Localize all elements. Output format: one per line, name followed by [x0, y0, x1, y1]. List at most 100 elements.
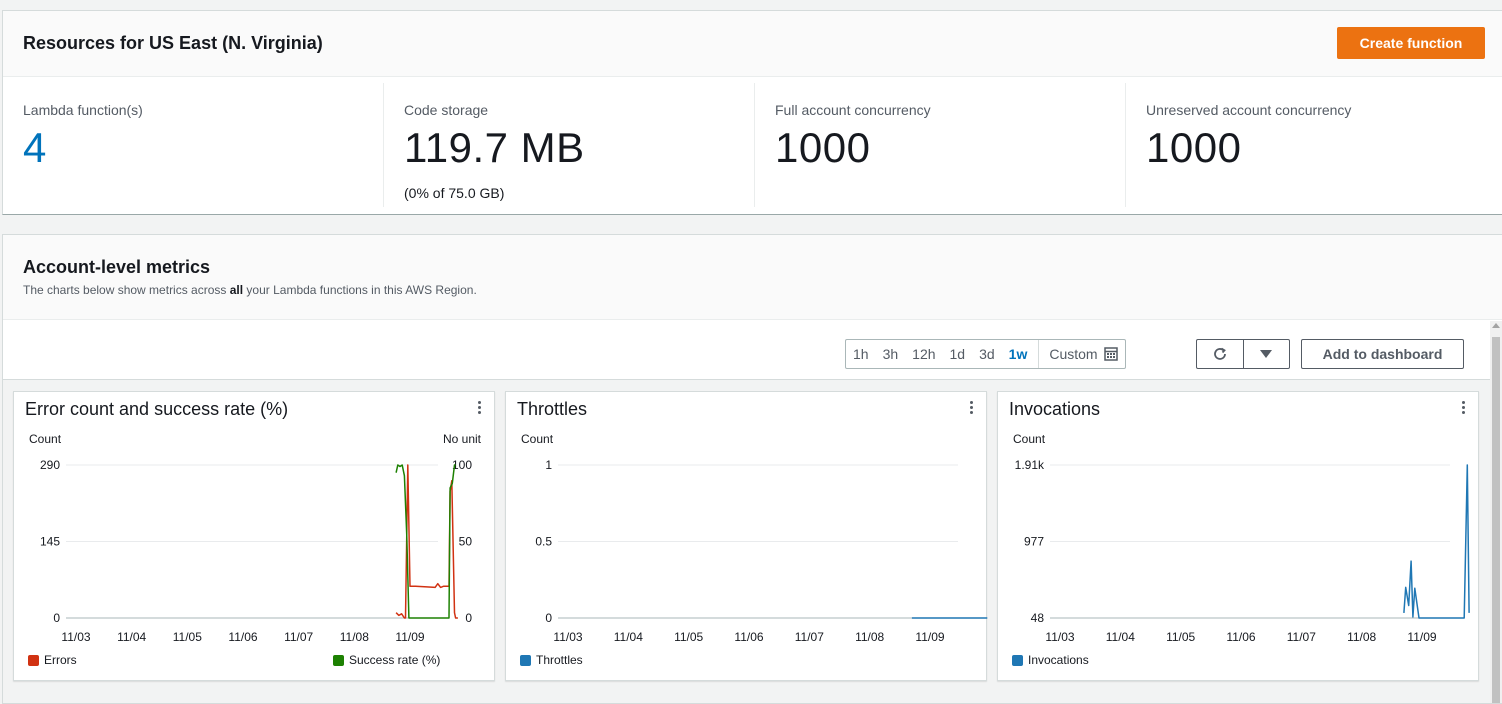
widget-title: Invocations [1009, 399, 1101, 419]
stat-label: Full account concurrency [775, 102, 931, 118]
create-function-button[interactable]: Create function [1337, 27, 1485, 59]
legend-success-rate[interactable]: Success rate (%) [333, 653, 440, 667]
y-tick-label: 1 [545, 458, 552, 472]
lambda-function-count-link[interactable]: 4 [23, 124, 47, 172]
range-custom[interactable]: Custom [1038, 340, 1124, 368]
stat-value: 1000 [1146, 124, 1242, 171]
legend-swatch [333, 654, 344, 666]
desc-text: your Lambda functions in this AWS Region… [243, 283, 477, 297]
x-tick-label: 11/04 [1106, 630, 1135, 644]
refresh-icon [1213, 347, 1226, 360]
y-tick-label: 48 [1031, 611, 1045, 625]
y-tick-label: 290 [40, 458, 60, 472]
y-tick-label-right: 50 [459, 535, 473, 549]
scrollbar-thumb[interactable] [1492, 337, 1500, 703]
legend-throttles[interactable]: Throttles [520, 653, 583, 667]
y-tick-label: 0 [545, 611, 552, 625]
legend-swatch [1012, 654, 1023, 666]
metrics-title: Account-level metrics [23, 257, 211, 277]
stat-lambda-functions: Lambda function(s) 4 [3, 83, 383, 207]
invocations-chart: Count 1.91k 977 4811/03 11/04 11/05 11/06 11/07… [1013, 432, 1470, 644]
kebab-menu-icon[interactable] [970, 401, 974, 416]
resources-header: Resources for US East (N. Virginia) Crea… [3, 11, 1502, 77]
x-tick-label: 11/08 [340, 630, 369, 644]
x-tick-label: 11/07 [1287, 630, 1316, 644]
stat-unreserved-concurrency: Unreserved account concurrency 1000 [1125, 83, 1502, 207]
x-tick-label: 11/03 [61, 630, 90, 644]
range-1h[interactable]: 1h [846, 340, 876, 368]
legend-swatch [28, 654, 39, 666]
refresh-options-dropdown[interactable] [1242, 340, 1290, 368]
x-tick-label: 11/06 [228, 630, 257, 644]
throttles-chart: Count 1 0.5 011/03 11/04 11/05 11/06 11/07 11/08… [521, 432, 988, 644]
stat-label: Unreserved account concurrency [1146, 102, 1352, 118]
stat-value: 119.7 MB [404, 124, 585, 171]
range-1w[interactable]: 1w [1002, 340, 1035, 368]
y-axis-label-right: No unit [443, 432, 482, 446]
refresh-split-button [1196, 339, 1290, 369]
error-success-chart: Count No unit290 100145 500 011/03 11/04 11/05… [29, 432, 482, 644]
refresh-button[interactable] [1197, 340, 1243, 368]
add-to-dashboard-button[interactable]: Add to dashboard [1301, 339, 1464, 369]
x-tick-label: 11/09 [915, 630, 944, 644]
desc-text: The charts below show metrics across [23, 283, 230, 297]
y-axis-label: Count [29, 432, 62, 446]
y-tick-label: 977 [1024, 535, 1044, 549]
stat-sub: (0% of 75.0 GB) [404, 185, 505, 201]
chart-widget-errors: Count No unit 290 100 145 50 0 0 11/03 11/04 11/05… [13, 391, 495, 681]
x-tick-label: 11/08 [855, 630, 884, 644]
kebab-menu-icon[interactable] [478, 401, 482, 416]
x-tick-label: 11/03 [1045, 630, 1074, 644]
y-tick-label: 1.91k [1015, 458, 1045, 472]
legend-label: Success rate (%) [349, 653, 441, 667]
legend-label: Errors [44, 653, 77, 667]
desc-bold: all [229, 283, 244, 297]
stat-full-concurrency: Full account concurrency 1000 [754, 83, 1125, 207]
legend-label: Invocations [1028, 653, 1089, 667]
stat-value: 1000 [775, 124, 871, 171]
legend-label: Throttles [536, 653, 583, 667]
x-tick-label: 11/04 [117, 630, 146, 644]
caret-down-icon [1260, 350, 1273, 358]
stat-label: Code storage [404, 102, 489, 118]
metrics-panel: Account-level metrics The charts below s… [2, 234, 1502, 704]
x-tick-label: 11/09 [1407, 630, 1436, 644]
custom-label: Custom [1049, 346, 1098, 362]
y-tick-label: 0.5 [535, 535, 552, 549]
resources-title: Resources for US East (N. Virginia) [23, 33, 323, 53]
legend-errors[interactable]: Errors [28, 653, 77, 667]
range-3h[interactable]: 3h [876, 340, 906, 368]
x-tick-label: 11/06 [1226, 630, 1255, 644]
x-tick-label: 11/08 [1347, 630, 1376, 644]
range-1d[interactable]: 1d [943, 340, 973, 368]
y-tick-label-right: 0 [465, 611, 472, 625]
widget-title: Throttles [517, 399, 588, 419]
scroll-up-icon[interactable] [1492, 323, 1500, 328]
metrics-description: The charts below show metrics across all… [23, 283, 477, 297]
x-tick-label: 11/05 [173, 630, 202, 644]
chart-widget-invocations: Count 1.91k 977 48 11/03 11/04 11/05 11/06 11/07… [997, 391, 1479, 681]
y-tick-label: 0 [53, 611, 60, 625]
legend-invocations[interactable]: Invocations [1012, 653, 1089, 667]
chart-widget-throttles: Count 1 0.5 0 11/03 11/04 11/05 11/06 11/07 11/08… [505, 391, 988, 681]
x-tick-label: 11/09 [395, 630, 424, 644]
calendar-icon [1103, 347, 1118, 361]
range-12h[interactable]: 12h [905, 340, 942, 368]
x-tick-label: 11/04 [614, 630, 643, 644]
kebab-menu-icon[interactable] [1462, 401, 1466, 416]
x-tick-label: 11/07 [284, 630, 313, 644]
metrics-header: Account-level metrics The charts below s… [3, 235, 1502, 320]
x-tick-label: 11/03 [553, 630, 582, 644]
resources-panel: Resources for US East (N. Virginia) Crea… [2, 10, 1502, 215]
resource-stats: Lambda function(s) 4 Code storage 119.7 … [3, 77, 1502, 215]
time-range-selector: 1h 3h 12h 1d 3d 1w Custom [845, 339, 1126, 369]
x-tick-label: 11/07 [795, 630, 824, 644]
scrollbar[interactable] [1490, 321, 1502, 703]
range-3d[interactable]: 3d [972, 340, 1002, 368]
y-axis-label: Count [1013, 432, 1046, 446]
stat-label: Lambda function(s) [23, 102, 143, 118]
widget-title: Error count and success rate (%) [25, 399, 289, 419]
legend-swatch [520, 654, 531, 666]
y-axis-label: Count [521, 432, 554, 446]
x-tick-label: 11/05 [1166, 630, 1195, 644]
